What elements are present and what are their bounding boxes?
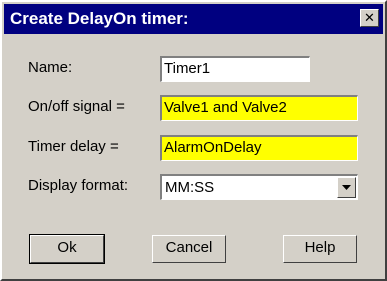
help-button[interactable]: Help [283, 235, 357, 263]
title-bar[interactable]: Create DelayOn timer: ✕ [4, 4, 383, 34]
chevron-down-icon [342, 185, 351, 190]
format-label: Display format: [28, 177, 129, 194]
name-label: Name: [28, 59, 73, 76]
cancel-button[interactable]: Cancel [152, 235, 226, 263]
display-format-select[interactable]: MM:SS [160, 174, 358, 200]
create-timer-dialog: Create DelayOn timer: ✕ Name: Timer1 On/… [0, 0, 387, 281]
delay-input[interactable]: AlarmOnDelay [160, 135, 358, 161]
dialog-title: Create DelayOn timer: [10, 9, 189, 28]
delay-label: Timer delay = [28, 138, 119, 155]
signal-input[interactable]: Valve1 and Valve2 [160, 95, 358, 121]
display-format-value: MM:SS [165, 179, 215, 196]
close-icon: ✕ [364, 10, 375, 25]
ok-button[interactable]: Ok [29, 234, 105, 264]
signal-label: On/off signal = [28, 98, 125, 115]
close-button[interactable]: ✕ [360, 9, 379, 27]
dropdown-button[interactable] [337, 177, 356, 198]
name-input[interactable]: Timer1 [160, 56, 310, 82]
